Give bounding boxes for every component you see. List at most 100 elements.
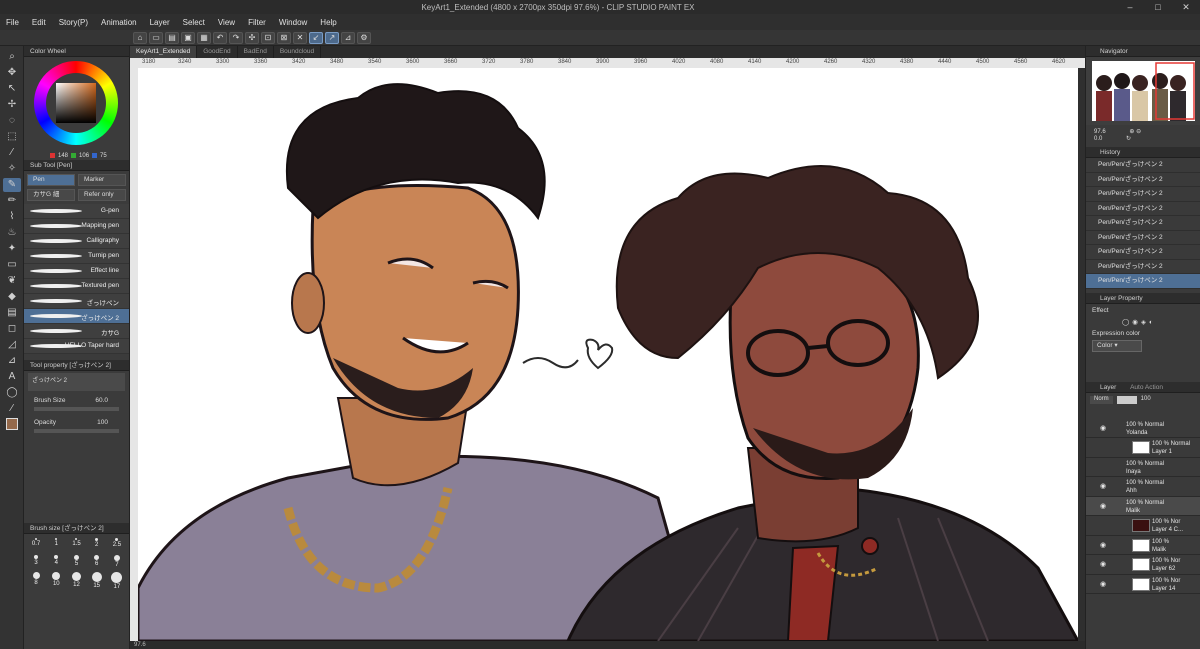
gradient-icon[interactable]: ▤ [3,306,21,320]
history-item[interactable]: Pen/Pen/ざっけペン 2 [1086,187,1200,202]
auto-select-icon[interactable]: ✧ [3,162,21,176]
eraser-icon[interactable]: ▭ [3,258,21,272]
redo-icon[interactable]: ↷ [229,31,243,44]
brush-size-option[interactable]: 2.5 [107,538,127,555]
history-item[interactable]: Pen/Pen/ざっけペン 2 [1086,260,1200,274]
brush-size-value[interactable]: 60.0 [86,397,108,404]
history-item[interactable]: Pen/Pen/ざっけペン 2 [1086,216,1200,231]
new-file-icon[interactable]: ▭ [149,31,163,44]
menu-filter[interactable]: Filter [248,18,266,27]
sub-tool-group-refer[interactable]: Refer only [78,189,126,201]
brush-item[interactable]: Mapping pen [24,219,129,234]
layer-item-folder[interactable]: 100 % Normal Inaya [1086,458,1200,477]
undo-icon[interactable]: ↶ [213,31,227,44]
tool-preset-preview[interactable]: ざっけペン 2 [28,373,125,391]
brush-size-option[interactable]: 6 [87,555,107,572]
history-item[interactable]: Pen/Pen/ざっけペン 2 [1086,202,1200,216]
layer-opacity-value[interactable]: 100 [1141,396,1151,404]
layer-opacity-slider[interactable] [1116,395,1137,404]
pencil-tool-icon[interactable]: ✏ [3,194,21,208]
history-item[interactable]: Pen/Pen/ざっけペン 2 [1086,245,1200,260]
save-icon[interactable]: ▣ [181,31,195,44]
layer-item[interactable]: 100 % Nor Layer 4 C... [1086,516,1200,536]
balloon-tool-icon[interactable]: ◯ [3,386,21,400]
menu-animation[interactable]: Animation [101,18,137,27]
blend-mode-select[interactable]: Norm [1090,395,1113,404]
move-layer-icon[interactable]: ✢ [3,98,21,112]
zoom-out-icon[interactable]: ⊖ [1136,129,1141,135]
figure-tool-icon[interactable]: ◻ [3,322,21,336]
move-tool-icon[interactable]: ✥ [3,66,21,80]
frame-border-icon[interactable]: ◿ [3,338,21,352]
menu-help[interactable]: Help [320,18,336,27]
ruler-tool-icon[interactable]: ⊿ [3,354,21,368]
navigator-thumbnail[interactable] [1086,57,1200,125]
operation-tool-icon[interactable]: ↖ [3,82,21,96]
effect-icons[interactable]: ◯◉◈◐ [1122,318,1194,326]
settings-icon[interactable]: ⚙ [357,31,371,44]
saturation-square[interactable] [56,83,96,123]
zoom-readout[interactable]: 97.6 [134,642,146,648]
minimize-button[interactable]: – [1116,2,1144,12]
history-item[interactable]: Pen/Pen/ざっけペン 2 [1086,231,1200,245]
layer-item-folder[interactable]: ◉ 100 % Normal Malik [1086,496,1200,516]
brush-size-option[interactable]: 5 [66,555,86,572]
menu-story[interactable]: Story(P) [59,18,88,27]
close-button[interactable]: ✕ [1172,2,1200,13]
eyedropper-icon[interactable]: ⁄ [3,146,21,160]
deselect-icon[interactable]: ⊡ [261,31,275,44]
brush-size-option[interactable]: 0.7 [26,538,46,555]
brush-size-option[interactable]: 2 [87,538,107,555]
brush-size-option[interactable]: 12 [66,572,86,589]
airbrush-icon[interactable]: ♨ [3,226,21,240]
select-rect-icon[interactable]: ⬚ [3,130,21,144]
invert-selection-icon[interactable]: ⊠ [277,31,291,44]
brush-item[interactable]: ざっけペン [24,294,129,309]
pen-tool-icon[interactable]: ✎ [3,178,21,192]
snap-grid-icon[interactable]: ⊿ [341,31,355,44]
layer-item[interactable]: ◉ 100 % Nor Layer 14 [1086,575,1200,594]
menu-view[interactable]: View [218,18,235,27]
brush-item[interactable]: Effect line [24,264,129,279]
brush-tool-icon[interactable]: ⌇ [3,210,21,224]
brush-size-option[interactable]: 1 [46,538,66,555]
brush-item[interactable]: Turnip pen [24,249,129,264]
tab-keyart1-extended[interactable]: KeyArt1_Extended [130,46,198,58]
navigator-angle[interactable]: 0.0 [1094,136,1102,142]
layer-item-folder[interactable]: ◉ 100 % Normal Ahh [1086,477,1200,497]
brush-item[interactable]: HELLO Taper hard [24,339,129,354]
brush-size-option[interactable]: 8 [26,572,46,589]
tab-goodend[interactable]: GoodEnd [197,46,238,58]
rotate-icon[interactable]: ↻ [1126,136,1131,142]
menu-layer[interactable]: Layer [150,18,170,27]
vertical-scrollbar[interactable] [1078,68,1085,641]
brush-size-option[interactable]: 15 [87,572,107,589]
layer-item[interactable]: ◉ 100 % Malik [1086,536,1200,555]
zoom-tool-icon[interactable]: ⌕ [3,50,21,64]
layer-item[interactable]: ◉ 100 % Nor Layer 62 [1086,555,1200,575]
history-item[interactable]: Pen/Pen/ざっけペン 2 [1086,158,1200,173]
lasso-icon[interactable]: ◌ [3,114,21,128]
maximize-button[interactable]: □ [1144,2,1172,12]
brush-item[interactable]: G-pen [24,204,129,219]
select-all-icon[interactable]: ✣ [245,31,259,44]
tab-badend[interactable]: BadEnd [238,46,274,58]
open-folder-icon[interactable]: ▤ [165,31,179,44]
blend-tool-icon[interactable]: ❦ [3,274,21,288]
menu-file[interactable]: File [6,18,19,27]
layer-item-folder[interactable]: ◉ 100 % Normal Yolanda [1086,419,1200,438]
history-item-current[interactable]: Pen/Pen/ざっけペン 2 [1086,274,1200,289]
sub-tool-group-kasa[interactable]: カサG 細 [27,189,75,201]
history-item[interactable]: Pen/Pen/ざっけペン 2 [1086,173,1200,187]
layer-item[interactable]: 100 % Normal Layer 1 [1086,438,1200,458]
color-wheel[interactable] [24,57,129,151]
brush-size-option[interactable]: 1.5 [66,538,86,555]
brush-size-option[interactable]: 17 [107,572,127,590]
brush-size-option[interactable]: 7 [107,555,127,572]
text-tool-icon[interactable]: A [3,370,21,384]
brush-item[interactable]: Calligraphy [24,234,129,249]
brush-item-selected[interactable]: ざっけペン 2 [24,309,129,324]
brush-size-option[interactable]: 4 [46,555,66,572]
snap-ruler-icon[interactable]: ↙ [309,31,323,44]
brush-item[interactable]: Textured pen [24,279,129,294]
